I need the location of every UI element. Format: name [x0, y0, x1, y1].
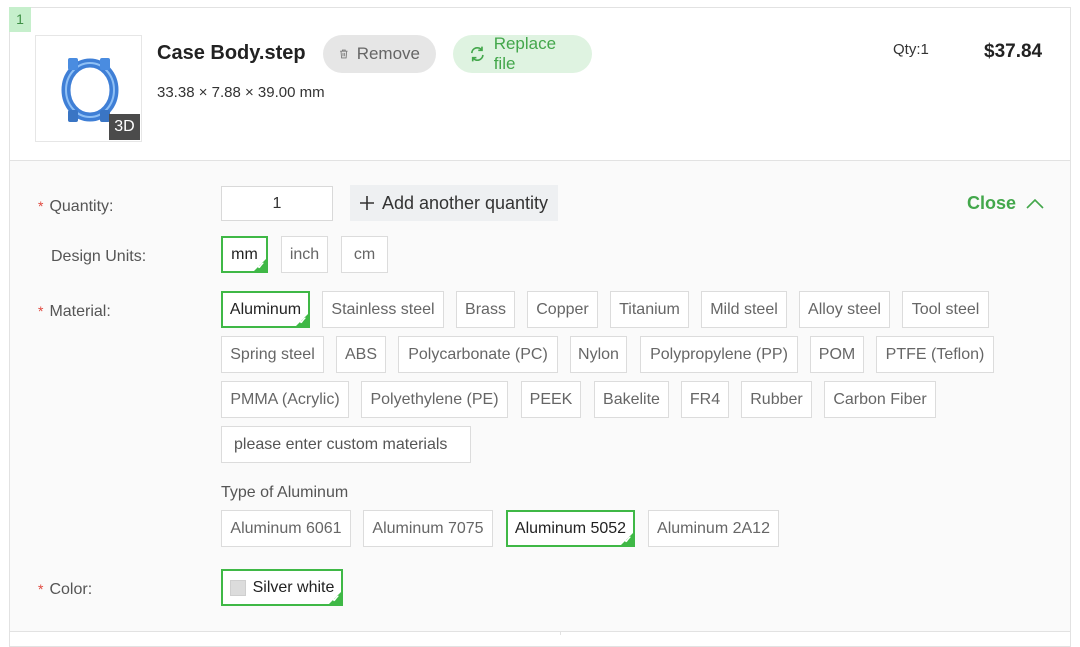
- replace-file-button[interactable]: Replace file: [453, 34, 592, 73]
- material-option[interactable]: Rubber: [741, 381, 812, 418]
- unit-option-cm[interactable]: cm: [341, 236, 388, 273]
- add-quantity-button[interactable]: Add another quantity: [350, 185, 558, 221]
- material-option[interactable]: Aluminum ✔: [221, 291, 310, 328]
- type-option[interactable]: Aluminum 5052 ✔: [506, 510, 635, 547]
- material-option[interactable]: Polypropylene (PP): [640, 336, 798, 373]
- remove-label: Remove: [356, 44, 420, 63]
- quantity-label: * Quantity:: [38, 198, 114, 215]
- type-option[interactable]: Aluminum 2A12: [648, 510, 779, 547]
- item-index-badge: 1: [9, 7, 31, 32]
- material-option[interactable]: Bakelite: [594, 381, 669, 418]
- material-type-label: Type of Aluminum: [221, 484, 349, 501]
- footer-divider-tick: [560, 631, 561, 635]
- material-option[interactable]: Carbon Fiber: [824, 381, 936, 418]
- material-option[interactable]: Mild steel: [701, 291, 787, 328]
- type-option[interactable]: Aluminum 6061: [221, 510, 351, 547]
- quantity-summary: Qty:1: [893, 41, 929, 58]
- footer-divider: [10, 631, 1070, 632]
- required-mark: *: [38, 198, 44, 214]
- replace-label: Replace file: [493, 34, 557, 73]
- 3d-badge[interactable]: 3D: [109, 114, 140, 140]
- add-quantity-label: Add another quantity: [381, 192, 549, 213]
- material-option[interactable]: FR4: [681, 381, 729, 418]
- plus-icon: [359, 196, 374, 210]
- material-option[interactable]: Alloy steel: [799, 291, 890, 328]
- close-label: Close: [967, 193, 1017, 213]
- material-label: * Material:: [38, 303, 111, 320]
- quantity-input[interactable]: [221, 186, 333, 221]
- unit-option-inch[interactable]: inch: [281, 236, 328, 273]
- material-option[interactable]: POM: [810, 336, 864, 373]
- material-option[interactable]: Brass: [456, 291, 515, 328]
- material-option[interactable]: PEEK: [521, 381, 581, 418]
- color-label: * Color:: [38, 581, 93, 598]
- material-option[interactable]: Polycarbonate (PC): [398, 336, 558, 373]
- part-thumbnail[interactable]: 3D: [35, 35, 142, 142]
- required-mark: *: [38, 303, 44, 319]
- required-mark: *: [38, 581, 44, 597]
- file-name: Case Body.step: [157, 42, 306, 64]
- price: $37.84: [984, 41, 1043, 62]
- material-option[interactable]: Polyethylene (PE): [361, 381, 508, 418]
- material-option[interactable]: PMMA (Acrylic): [221, 381, 349, 418]
- unit-option-mm[interactable]: mm ✔: [221, 236, 268, 273]
- refresh-icon: [470, 46, 484, 62]
- type-option[interactable]: Aluminum 7075: [363, 510, 493, 547]
- trash-icon: [340, 49, 348, 59]
- color-option[interactable]: Silver white ✔: [221, 569, 343, 606]
- material-option[interactable]: Spring steel: [221, 336, 324, 373]
- design-units-label: Design Units:: [51, 248, 147, 265]
- remove-button[interactable]: Remove: [323, 35, 436, 73]
- color-swatch: [229, 579, 246, 596]
- part-dimensions: 33.38 × 7.88 × 39.00 mm: [157, 84, 325, 101]
- material-option[interactable]: Copper: [527, 291, 598, 328]
- material-option[interactable]: PTFE (Teflon): [876, 336, 994, 373]
- material-option[interactable]: Stainless steel: [322, 291, 444, 328]
- close-button[interactable]: Close: [967, 193, 1044, 214]
- custom-material-input[interactable]: please enter custom materials: [221, 426, 471, 463]
- material-option[interactable]: Tool steel: [902, 291, 989, 328]
- material-option[interactable]: Titanium: [610, 291, 689, 328]
- chevron-up-icon: [1026, 198, 1044, 209]
- material-option[interactable]: ABS: [336, 336, 386, 373]
- material-option[interactable]: Nylon: [570, 336, 627, 373]
